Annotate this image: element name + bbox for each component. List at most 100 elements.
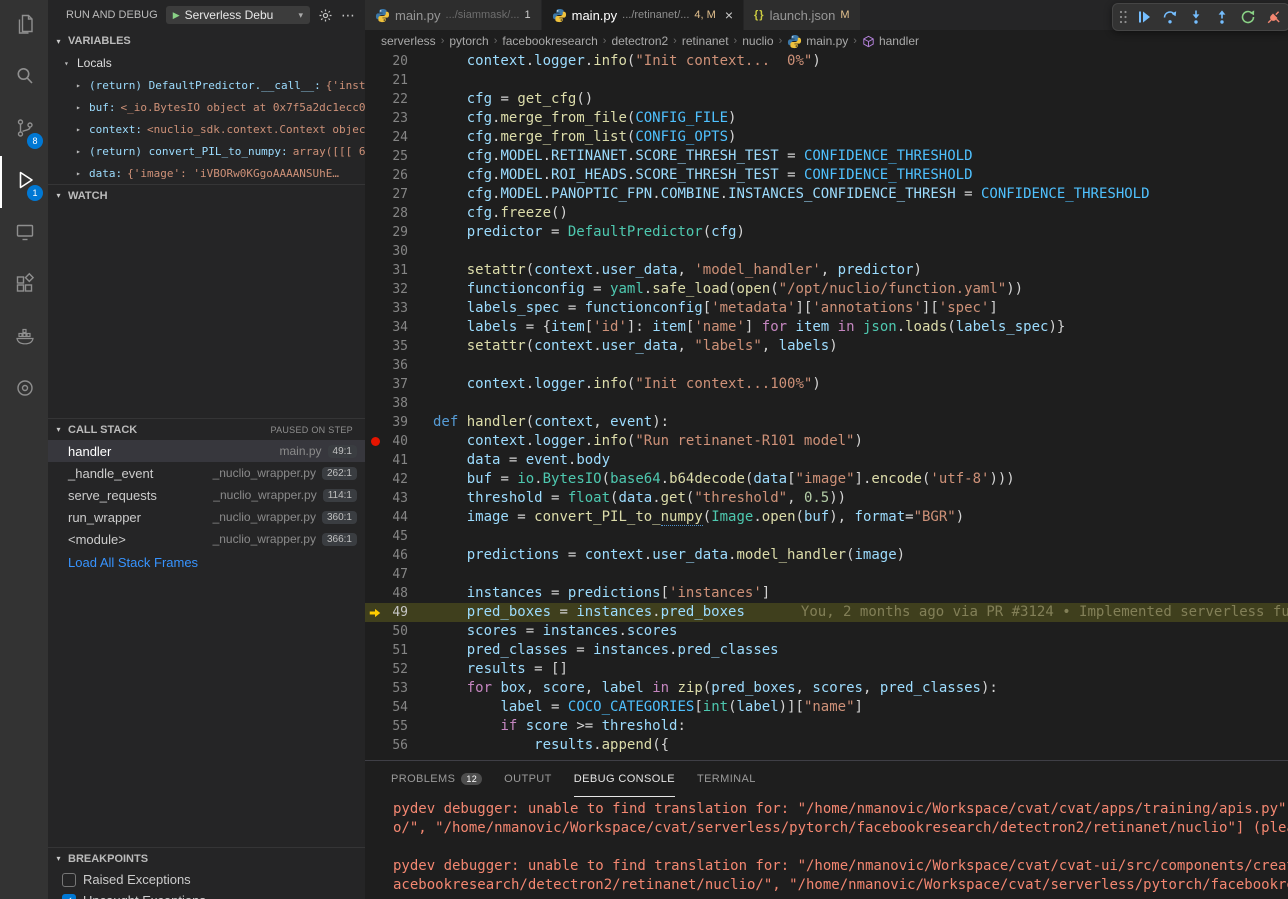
code-line-38[interactable]: 38 [365, 394, 1288, 413]
watch-list[interactable] [48, 206, 365, 418]
code-line-37[interactable]: 37 context.logger.info("Init context...1… [365, 375, 1288, 394]
variable-row-1[interactable]: ▸(return) DefaultPredictor.__call__:{'in… [48, 74, 365, 96]
code-line-39[interactable]: 39def handler(context, event): [365, 413, 1288, 432]
panel-tab-problems[interactable]: PROBLEMS12 [391, 761, 482, 797]
panel-tab-output[interactable]: OUTPUT [504, 761, 552, 797]
watch-section-header[interactable]: ▾ WATCH [48, 184, 365, 206]
glyph-margin[interactable] [365, 413, 385, 432]
code-line-30[interactable]: 30 [365, 242, 1288, 261]
breakpoints-section-header[interactable]: ▾ BREAKPOINTS [48, 847, 365, 869]
glyph-margin[interactable] [365, 52, 385, 71]
editor-tab-2[interactable]: main.py.../retinanet/...4, M× [542, 0, 744, 30]
variables-scope-locals[interactable]: ▾Locals [48, 52, 365, 74]
glyph-margin[interactable] [365, 622, 385, 641]
step-over-button[interactable] [1158, 5, 1182, 29]
activity-item-extensions[interactable] [0, 260, 48, 312]
code-line-48[interactable]: 48 instances = predictions['instances'] [365, 584, 1288, 603]
editor-tab-3[interactable]: {}launch.jsonM [744, 0, 861, 30]
code-line-36[interactable]: 36 [365, 356, 1288, 375]
code-line-49[interactable]: 49 pred_boxes = instances.pred_boxesYou,… [365, 603, 1288, 622]
call-stack-section-header[interactable]: ▾ CALL STACK PAUSED ON STEP [48, 418, 365, 440]
code-line-46[interactable]: 46 predictions = context.user_data.model… [365, 546, 1288, 565]
panel-tab-debug-console[interactable]: DEBUG CONSOLE [574, 761, 675, 797]
stack-frame-1[interactable]: handlermain.py49:1 [48, 440, 365, 462]
breakpoint-checkbox[interactable] [62, 873, 76, 887]
code-line-56[interactable]: 56 results.append({ [365, 736, 1288, 755]
variables-section-header[interactable]: ▾ VARIABLES [48, 30, 365, 52]
code-line-35[interactable]: 35 setattr(context.user_data, "labels", … [365, 337, 1288, 356]
glyph-margin[interactable] [365, 527, 385, 546]
glyph-margin[interactable] [365, 71, 385, 90]
variable-row-4[interactable]: ▸(return) convert_PIL_to_numpy:array([[[… [48, 140, 365, 162]
load-all-stack-frames-link[interactable]: Load All Stack Frames [48, 550, 365, 574]
code-line-52[interactable]: 52 results = [] [365, 660, 1288, 679]
code-editor[interactable]: 20 context.logger.info("Init context... … [365, 52, 1288, 760]
glyph-margin[interactable] [365, 451, 385, 470]
glyph-margin[interactable] [365, 299, 385, 318]
code-line-40[interactable]: 40 context.logger.info("Run retinanet-R1… [365, 432, 1288, 451]
start-debugging-icon[interactable]: ▶ [173, 10, 180, 21]
glyph-margin[interactable] [365, 470, 385, 489]
activity-item-explorer[interactable] [0, 0, 48, 52]
code-line-27[interactable]: 27 cfg.MODEL.PANOPTIC_FPN.COMBINE.INSTAN… [365, 185, 1288, 204]
variable-row-3[interactable]: ▸context:<nuclio_sdk.context.Context obj… [48, 118, 365, 140]
glyph-margin[interactable] [365, 717, 385, 736]
variables-tree[interactable]: ▾Locals▸(return) DefaultPredictor.__call… [48, 52, 365, 184]
glyph-margin[interactable] [365, 128, 385, 147]
variable-row-5[interactable]: ▸data:{'image': 'iVBORw0KGgoAAAANSUhE… [48, 162, 365, 184]
restart-button[interactable] [1236, 5, 1260, 29]
glyph-margin[interactable] [365, 736, 385, 755]
glyph-margin[interactable] [365, 337, 385, 356]
code-line-29[interactable]: 29 predictor = DefaultPredictor(cfg) [365, 223, 1288, 242]
continue-button[interactable] [1132, 5, 1156, 29]
code-line-24[interactable]: 24 cfg.merge_from_list(CONFIG_OPTS) [365, 128, 1288, 147]
breadcrumb-item-handler[interactable]: handler [862, 34, 919, 48]
code-line-53[interactable]: 53 for box, score, label in zip(pred_box… [365, 679, 1288, 698]
editor-tab-1[interactable]: main.py.../siammask/...1 [365, 0, 542, 30]
stack-frame-5[interactable]: <module>_nuclio_wrapper.py366:1 [48, 528, 365, 550]
glyph-margin[interactable] [365, 584, 385, 603]
current-line-pointer[interactable] [365, 603, 385, 622]
code-line-34[interactable]: 34 labels = {item['id']: item['name'] fo… [365, 318, 1288, 337]
breadcrumb-item-pytorch[interactable]: pytorch [449, 34, 488, 48]
disconnect-button[interactable] [1262, 5, 1286, 29]
glyph-margin[interactable] [365, 546, 385, 565]
glyph-margin[interactable] [365, 318, 385, 337]
code-line-33[interactable]: 33 labels_spec = functionconfig['metadat… [365, 299, 1288, 318]
call-stack-list[interactable]: handlermain.py49:1_handle_event_nuclio_w… [48, 440, 365, 574]
glyph-margin[interactable] [365, 375, 385, 394]
code-line-45[interactable]: 45 [365, 527, 1288, 546]
close-tab-icon[interactable]: × [725, 8, 733, 22]
stack-frame-2[interactable]: _handle_event_nuclio_wrapper.py262:1 [48, 462, 365, 484]
activity-item-remote-explorer[interactable] [0, 208, 48, 260]
glyph-margin[interactable] [365, 356, 385, 375]
activity-item-live-share[interactable] [0, 364, 48, 416]
code-line-50[interactable]: 50 scores = instances.scores [365, 622, 1288, 641]
stack-frame-3[interactable]: serve_requests_nuclio_wrapper.py114:1 [48, 484, 365, 506]
glyph-margin[interactable] [365, 90, 385, 109]
variable-row-2[interactable]: ▸buf:<_io.BytesIO object at 0x7f5a2dc1ec… [48, 96, 365, 118]
stack-frame-4[interactable]: run_wrapper_nuclio_wrapper.py360:1 [48, 506, 365, 528]
glyph-margin[interactable] [365, 109, 385, 128]
glyph-margin[interactable] [365, 185, 385, 204]
glyph-margin[interactable] [365, 204, 385, 223]
code-line-43[interactable]: 43 threshold = float(data.get("threshold… [365, 489, 1288, 508]
glyph-margin[interactable] [365, 166, 385, 185]
debug-config-dropdown[interactable]: ▶ Serverless Debu ▾ [166, 6, 310, 24]
code-line-41[interactable]: 41 data = event.body [365, 451, 1288, 470]
breadcrumb-item-serverless[interactable]: serverless [381, 34, 436, 48]
debug-console-output[interactable]: pydev debugger: unable to find translati… [365, 797, 1288, 899]
code-line-23[interactable]: 23 cfg.merge_from_file(CONFIG_FILE) [365, 109, 1288, 128]
step-out-button[interactable] [1210, 5, 1234, 29]
code-line-47[interactable]: 47 [365, 565, 1288, 584]
code-line-22[interactable]: 22 cfg = get_cfg() [365, 90, 1288, 109]
breadcrumb-item-detectron2[interactable]: detectron2 [611, 34, 668, 48]
code-line-32[interactable]: 32 functionconfig = yaml.safe_load(open(… [365, 280, 1288, 299]
breadcrumb-item-main-py[interactable]: main.py [787, 34, 848, 49]
glyph-margin[interactable] [365, 508, 385, 527]
activity-item-source-control[interactable]: 8 [0, 104, 48, 156]
gear-icon[interactable] [318, 8, 333, 23]
glyph-margin[interactable] [365, 261, 385, 280]
breakpoint-glyph[interactable] [365, 432, 385, 451]
activity-item-docker[interactable] [0, 312, 48, 364]
